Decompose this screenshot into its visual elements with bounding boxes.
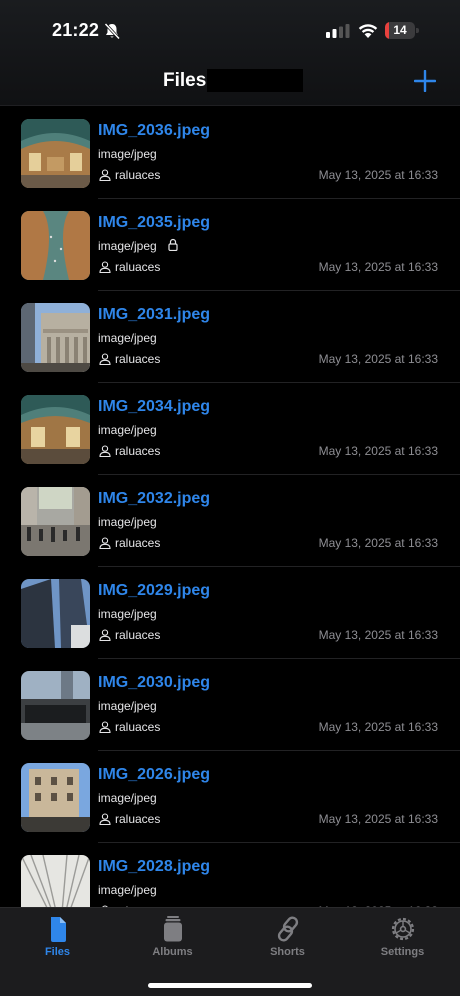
file-name[interactable]: IMG_2029.jpeg	[98, 582, 210, 600]
tab-files[interactable]: Files	[0, 908, 115, 968]
albums-icon	[163, 916, 182, 942]
user-icon	[99, 629, 111, 641]
tab-shorts[interactable]: Shorts	[230, 908, 345, 968]
cellular-signal-icon	[326, 24, 350, 38]
file-name[interactable]: IMG_2031.jpeg	[98, 306, 210, 324]
file-row[interactable]: IMG_2036.jpeg image/jpeg raluaces May 13, 2…	[0, 107, 460, 199]
file-thumbnail	[21, 211, 90, 280]
link-icon	[277, 916, 298, 942]
file-name[interactable]: IMG_2036.jpeg	[98, 122, 210, 140]
file-thumbnail	[21, 487, 90, 556]
file-thumbnail	[21, 119, 90, 188]
tab-label: Files	[44, 946, 71, 958]
file-thumbnail	[21, 303, 90, 372]
file-thumbnail	[21, 763, 90, 832]
user-icon	[99, 169, 111, 181]
file-list: IMG_2036.jpeg image/jpeg raluaces May 13, 2…	[0, 107, 460, 907]
file-owner: raluaces	[115, 260, 161, 274]
file-type: image/jpeg	[98, 791, 157, 805]
tab-bar: Files Albums Shorts Settings	[0, 907, 460, 996]
tab-label: Albums	[152, 946, 193, 958]
gear-icon	[391, 917, 414, 941]
file-type: image/jpeg	[98, 423, 157, 437]
file-type: image/jpeg	[98, 515, 157, 529]
add-icon[interactable]	[414, 70, 436, 92]
file-type: image/jpeg	[98, 699, 157, 713]
user-icon	[99, 445, 111, 457]
tab-settings[interactable]: Settings	[345, 908, 460, 968]
user-icon	[99, 537, 111, 549]
file-row[interactable]: IMG_2028.jpegimage/jpegraluacesMay 13, 2…	[0, 843, 460, 907]
file-name[interactable]: IMG_2030.jpeg	[98, 674, 210, 692]
file-owner: raluaces	[115, 352, 161, 366]
tab-albums[interactable]: Albums	[115, 908, 230, 968]
file-row[interactable]: IMG_2026.jpeg image/jpeg raluaces May 13, 2…	[0, 751, 460, 843]
file-date: May 13, 2025 at 16:33	[318, 812, 438, 826]
file-name[interactable]: IMG_2032.jpeg	[98, 490, 210, 508]
lock-icon	[168, 238, 178, 251]
wifi-icon	[358, 24, 378, 38]
file-owner: raluaces	[115, 444, 161, 458]
file-type: image/jpeg	[98, 331, 157, 345]
file-name[interactable]: IMG_2028.jpeg	[98, 858, 210, 876]
page-title: Files	[163, 70, 207, 91]
file-owner: raluaces	[115, 628, 161, 642]
file-owner: raluaces	[115, 168, 161, 182]
file-date: May 13, 2025 at 16:33	[318, 352, 438, 366]
file-name[interactable]: IMG_2035.jpeg	[98, 214, 210, 232]
file-owner: raluaces	[115, 536, 161, 550]
file-type: image/jpeg	[98, 147, 157, 161]
file-date: May 13, 2025 at 16:33	[318, 444, 438, 458]
file-thumbnail	[21, 395, 90, 464]
file-icon	[50, 917, 66, 942]
redacted-block	[207, 69, 303, 92]
file-date: May 13, 2025 at 16:33	[318, 628, 438, 642]
user-icon	[99, 813, 111, 825]
tab-label: Shorts	[270, 946, 305, 958]
file-name[interactable]: IMG_2034.jpeg	[98, 398, 210, 416]
file-thumbnail	[21, 855, 90, 907]
file-thumbnail	[21, 671, 90, 740]
file-date: May 13, 2025 at 16:33	[318, 536, 438, 550]
file-row[interactable]: IMG_2030.jpeg image/jpeg raluaces May 13, 2…	[0, 659, 460, 751]
file-date: May 13, 2025 at 16:33	[318, 720, 438, 734]
file-owner: raluaces	[115, 812, 161, 826]
file-date: May 13, 2025 at 16:33	[318, 260, 438, 274]
tab-label: Settings	[380, 946, 425, 958]
battery-indicator: 14	[385, 22, 419, 39]
file-type: image/jpeg	[98, 239, 157, 253]
file-thumbnail	[21, 579, 90, 648]
file-owner: raluaces	[115, 720, 161, 734]
file-row[interactable]: IMG_2034.jpeg image/jpeg raluaces May 13, 2…	[0, 383, 460, 475]
file-type: image/jpeg	[98, 607, 157, 621]
file-type: image/jpeg	[98, 883, 157, 897]
file-row[interactable]: IMG_2029.jpeg image/jpeg raluaces May 13, 2…	[0, 567, 460, 659]
top-bar: 21:22 14 Files	[0, 0, 460, 106]
file-row[interactable]: IMG_2031.jpeg image/jpeg raluaces May 13, 2…	[0, 291, 460, 383]
home-indicator	[148, 983, 312, 988]
file-row[interactable]: IMG_2032.jpeg image/jpeg raluaces May 13, 2…	[0, 475, 460, 567]
file-row[interactable]: IMG_2035.jpeg image/jpeg raluaces May 13, 2…	[0, 199, 460, 291]
bell-slash-icon	[104, 22, 121, 40]
status-time: 21:22	[52, 20, 100, 40]
user-icon	[99, 721, 111, 733]
file-date: May 13, 2025 at 16:33	[318, 168, 438, 182]
file-name[interactable]: IMG_2026.jpeg	[98, 766, 210, 784]
user-icon	[99, 353, 111, 365]
user-icon	[99, 261, 111, 273]
battery-percent: 14	[393, 23, 407, 37]
